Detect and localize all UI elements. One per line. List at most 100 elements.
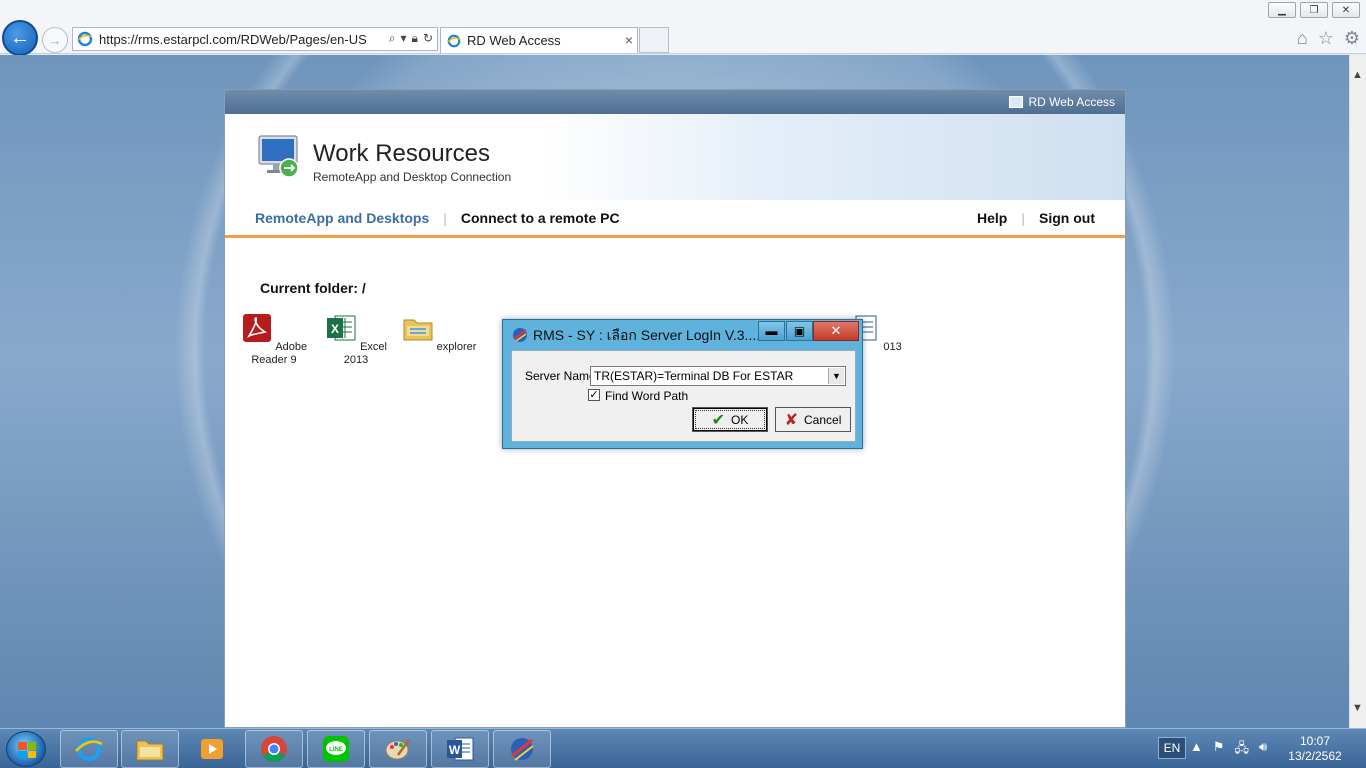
language-indicator[interactable]: EN <box>1158 737 1186 759</box>
clock-time: 10:07 <box>1299 734 1331 748</box>
rd-web-access-icon <box>1008 96 1023 108</box>
folder-icon <box>403 319 433 341</box>
dialog-minimize-button[interactable]: ▬ <box>758 321 785 341</box>
nav-remoteapp-desktops[interactable]: RemoteApp and Desktops <box>255 210 429 226</box>
ok-label: OK <box>731 412 749 427</box>
server-name-select[interactable]: TR(ESTAR)=Terminal DB For ESTAR ▼ <box>590 366 846 386</box>
search-icon[interactable]: ⌕ <box>389 31 396 46</box>
find-word-path-label[interactable]: Find Word Path <box>605 389 688 403</box>
url-text[interactable]: https://rms.estarpcl.com/RDWeb/Pages/en-… <box>99 32 367 47</box>
tab-close-icon[interactable]: × <box>625 32 633 48</box>
server-name-label: Server Name <box>525 369 596 383</box>
settings-gear-icon[interactable]: ⚙ <box>1344 28 1360 49</box>
current-folder-label: Current folder: / <box>260 280 366 296</box>
close-window-button[interactable]: ✕ <box>1332 2 1360 18</box>
app-explorer[interactable]: explorer <box>399 312 479 354</box>
forward-button[interactable]: → <box>42 27 68 53</box>
word-icon: W <box>447 737 474 761</box>
svg-text:W: W <box>449 743 461 757</box>
address-bar[interactable]: https://rms.estarpcl.com/RDWeb/Pages/en-… <box>72 27 438 51</box>
home-icon[interactable]: ⌂ <box>1297 28 1308 49</box>
action-center-flag-icon[interactable]: ⚑ <box>1213 739 1225 761</box>
nav-sign-out[interactable]: Sign out <box>1039 210 1095 226</box>
taskbar-chrome[interactable] <box>245 730 303 768</box>
restore-window-button[interactable]: ❐ <box>1300 2 1328 18</box>
remote-desktop-monitor-icon <box>258 135 299 178</box>
page-title: Work Resources <box>313 140 490 167</box>
app-label: Excel 2013 <box>343 341 387 366</box>
clock-date: 13/2/2562 <box>1288 749 1342 763</box>
window-controls: ▁ ❐ ✕ <box>1268 2 1360 18</box>
chrome-icon <box>261 736 287 763</box>
dialog-body: Server Name TR(ESTAR)=Terminal DB For ES… <box>511 350 856 442</box>
app-label: 013 <box>883 341 902 353</box>
chevron-down-icon[interactable]: ▼ <box>828 368 844 384</box>
taskbar-media-player[interactable] <box>183 730 241 768</box>
arrow-right-icon: → <box>48 32 62 48</box>
ie-page-icon <box>77 31 93 47</box>
rd-topbar: RD Web Access <box>225 90 1125 114</box>
taskbar-explorer[interactable] <box>121 730 179 768</box>
nav-right: Help | Sign out <box>977 210 1095 226</box>
browser-right-icons: ⌂ ☆ ⚙ <box>1297 28 1360 49</box>
system-tray: ▲ ⚑ 🖧︎ 🔊︎ <box>1190 739 1267 761</box>
app-excel-2013[interactable]: X Excel 2013 <box>316 312 396 367</box>
volume-icon[interactable]: 🔊︎ <box>1259 739 1267 761</box>
app-label: explorer <box>436 341 477 353</box>
cancel-button[interactable]: ✘ Cancel <box>775 407 851 432</box>
server-name-value: TR(ESTAR)=Terminal DB For ESTAR <box>594 369 794 383</box>
adobe-reader-icon <box>242 314 271 342</box>
line-icon: LINE <box>323 736 349 762</box>
nav-separator: | <box>443 209 447 226</box>
scroll-up-icon[interactable]: ▲ <box>1352 69 1363 81</box>
back-button[interactable]: ← <box>2 20 38 56</box>
network-icon[interactable]: 🖧︎ <box>1235 739 1250 761</box>
find-word-path-checkbox[interactable]: ✓ <box>588 389 600 401</box>
scroll-down-icon[interactable]: ▼ <box>1352 702 1363 714</box>
rd-nav: RemoteApp and Desktops | Connect to a re… <box>225 200 1125 238</box>
vertical-scrollbar[interactable]: ▲ ▼ <box>1349 55 1366 728</box>
nav-help[interactable]: Help <box>977 210 1007 226</box>
nav-connect-remote-pc[interactable]: Connect to a remote PC <box>461 210 620 226</box>
cancel-label: Cancel <box>804 412 842 427</box>
taskbar-paint[interactable] <box>369 730 427 768</box>
taskbar-word[interactable]: W <box>431 730 489 768</box>
start-button[interactable] <box>6 731 46 767</box>
tab-rd-web-access[interactable]: RD Web Access × <box>440 27 638 53</box>
media-player-icon <box>201 739 223 759</box>
rd-topbar-label: RD Web Access <box>1028 95 1115 109</box>
svg-text:LINE: LINE <box>329 747 343 753</box>
rd-header: Work Resources RemoteApp and Desktop Con… <box>225 114 1125 200</box>
cancel-x-icon: ✘ <box>784 411 799 429</box>
rms-icon <box>511 738 534 761</box>
favorites-star-icon[interactable]: ☆ <box>1318 28 1334 49</box>
dropdown-icon[interactable]: ▾ <box>401 31 407 46</box>
windows-logo-icon <box>18 742 36 758</box>
tab-title: RD Web Access <box>467 33 561 48</box>
nav-separator: | <box>1021 210 1025 226</box>
rms-app-icon <box>513 328 527 342</box>
ie-tab-icon <box>447 34 461 47</box>
excel-icon: X <box>327 315 356 341</box>
taskbar-rms[interactable] <box>493 730 551 768</box>
windows-taskbar: LINE W EN ▲ ⚑ 🖧︎ 🔊︎ 10:07 13/2/2562 <box>0 728 1366 768</box>
dialog-close-button[interactable]: ✕ <box>813 321 859 341</box>
browser-toolbar: ▁ ❐ ✕ ← → https://rms.estarpcl.com/RDWeb… <box>0 0 1366 56</box>
new-tab-button[interactable] <box>639 27 669 53</box>
minimize-window-button[interactable]: ▁ <box>1268 2 1296 18</box>
paint-icon <box>385 739 411 760</box>
app-adobe-reader[interactable]: Adobe Reader 9 <box>234 312 314 367</box>
dialog-maximize-button[interactable]: ▣ <box>786 321 813 341</box>
taskbar-line[interactable]: LINE <box>307 730 365 768</box>
ie-icon <box>75 737 103 761</box>
app-label: Adobe Reader 9 <box>251 341 308 366</box>
ok-button[interactable]: ✔ OK <box>692 407 768 432</box>
taskbar-clock[interactable]: 10:07 13/2/2562 <box>1280 734 1350 764</box>
lock-icon[interactable]: 🔒︎ <box>412 31 418 46</box>
svg-text:X: X <box>331 322 339 336</box>
taskbar-ie[interactable] <box>60 730 118 768</box>
show-hidden-icons-icon[interactable]: ▲ <box>1190 739 1203 761</box>
refresh-icon[interactable]: ↻ <box>423 31 433 46</box>
arrow-left-icon: ← <box>10 26 30 49</box>
dialog-title: RMS - SY : เลือก Server LogIn V.3.... <box>533 327 761 343</box>
